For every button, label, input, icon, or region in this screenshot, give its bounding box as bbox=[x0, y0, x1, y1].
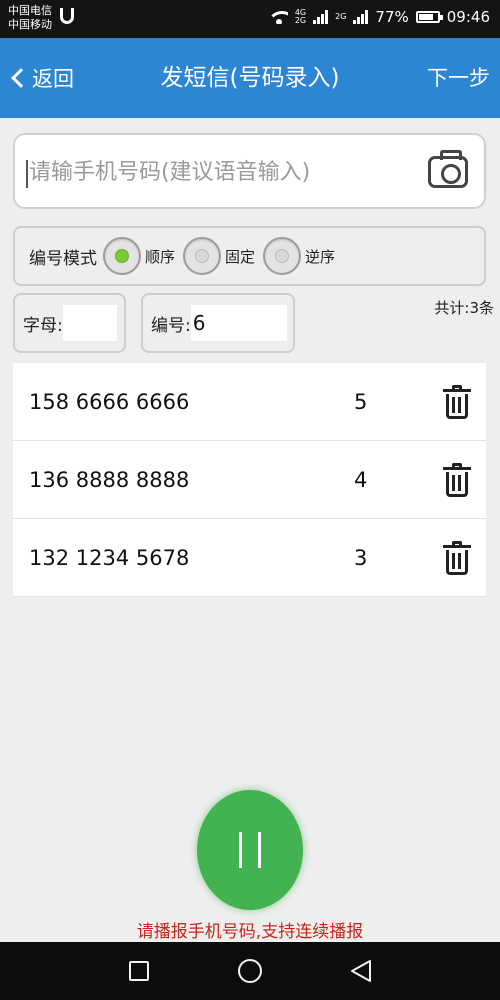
net-type-bottom: 2G bbox=[294, 16, 307, 25]
radio-option-fixed[interactable]: 固定 bbox=[183, 237, 255, 275]
carrier-1: 中国电信 bbox=[8, 4, 52, 17]
radio-sequential[interactable] bbox=[103, 237, 141, 275]
phone-index: 3 bbox=[354, 546, 368, 570]
list-item[interactable]: 136 8888 8888 4 bbox=[13, 441, 486, 519]
battery-icon bbox=[415, 11, 443, 23]
status-icons: 4G 2G 2G 77% 09:46 bbox=[269, 8, 490, 26]
radio-label-sequential: 顺序 bbox=[145, 247, 176, 266]
phone-list: 158 6666 6666 5 136 8888 8888 4 132 1234… bbox=[13, 363, 486, 597]
usb-icon bbox=[60, 8, 74, 24]
battery-percent: 77% bbox=[375, 8, 409, 26]
signal-icon-2 bbox=[353, 10, 369, 24]
phone-input-container bbox=[13, 133, 486, 209]
page-title: 发短信(号码录入) bbox=[160, 65, 340, 91]
radio-label-reverse: 逆序 bbox=[305, 247, 336, 266]
numbering-mode-group: 编号模式 顺序 固定 逆序 bbox=[13, 226, 486, 286]
wifi-icon bbox=[269, 10, 288, 24]
voice-hint: 请播报手机号码,支持连续播报 bbox=[136, 922, 364, 942]
trash-icon[interactable] bbox=[443, 385, 471, 419]
number-label: 编号: bbox=[151, 315, 191, 336]
radio-option-sequential[interactable]: 顺序 bbox=[103, 237, 175, 275]
radio-label-fixed: 固定 bbox=[225, 247, 256, 266]
clock: 09:46 bbox=[446, 8, 490, 26]
radio-dot bbox=[195, 249, 210, 263]
status-bar: 中国电信 中国移动 4G 2G 2G 77% 09:46 bbox=[0, 0, 500, 38]
battery-fill bbox=[418, 14, 433, 20]
radio-dot bbox=[275, 249, 290, 263]
carrier-names: 中国电信 中国移动 bbox=[8, 4, 52, 32]
next-step-button[interactable]: 下一步 bbox=[427, 60, 490, 96]
phone-number: 136 8888 8888 bbox=[29, 468, 190, 492]
camera-icon[interactable] bbox=[428, 150, 468, 188]
phone-number: 158 6666 6666 bbox=[29, 390, 190, 414]
phone-index: 5 bbox=[354, 390, 368, 414]
nav-home-icon[interactable] bbox=[238, 959, 262, 983]
number-input[interactable] bbox=[190, 305, 287, 341]
nav-square-icon[interactable] bbox=[129, 961, 149, 981]
back-label: 返回 bbox=[32, 67, 74, 91]
trash-icon[interactable] bbox=[443, 541, 471, 575]
radio-reverse[interactable] bbox=[263, 237, 302, 275]
carrier-2: 中国移动 bbox=[8, 18, 52, 31]
chevron-left-icon bbox=[11, 68, 31, 88]
trash-icon[interactable] bbox=[443, 463, 471, 497]
numbering-mode-label: 编号模式 bbox=[29, 248, 97, 269]
list-item[interactable]: 158 6666 6666 5 bbox=[13, 363, 486, 441]
number-field: 编号: bbox=[141, 293, 295, 353]
system-nav-bar bbox=[0, 942, 500, 1000]
letter-input[interactable] bbox=[62, 305, 117, 341]
phone-number-input[interactable] bbox=[29, 147, 419, 197]
phone-number: 132 1234 5678 bbox=[29, 546, 190, 570]
pause-icon bbox=[237, 832, 263, 868]
net-type-1: 4G 2G bbox=[295, 9, 306, 25]
radio-dot bbox=[115, 249, 129, 263]
signal-icon bbox=[313, 10, 329, 24]
nav-back-icon[interactable] bbox=[349, 959, 373, 983]
radio-fixed[interactable] bbox=[183, 237, 222, 275]
total-count: 共计:3条 bbox=[434, 299, 494, 317]
net-type-2: 2G bbox=[335, 12, 347, 21]
radio-option-reverse[interactable]: 逆序 bbox=[263, 237, 335, 275]
title-bar: 返回 发短信(号码录入) 下一步 bbox=[0, 38, 500, 118]
letter-label: 字母: bbox=[23, 315, 63, 336]
phone-index: 4 bbox=[354, 468, 368, 492]
letter-field: 字母: bbox=[13, 293, 126, 353]
back-button[interactable]: 返回 bbox=[8, 60, 74, 96]
text-caret bbox=[26, 160, 28, 188]
list-item[interactable]: 132 1234 5678 3 bbox=[13, 519, 486, 597]
pause-button[interactable] bbox=[197, 790, 303, 910]
